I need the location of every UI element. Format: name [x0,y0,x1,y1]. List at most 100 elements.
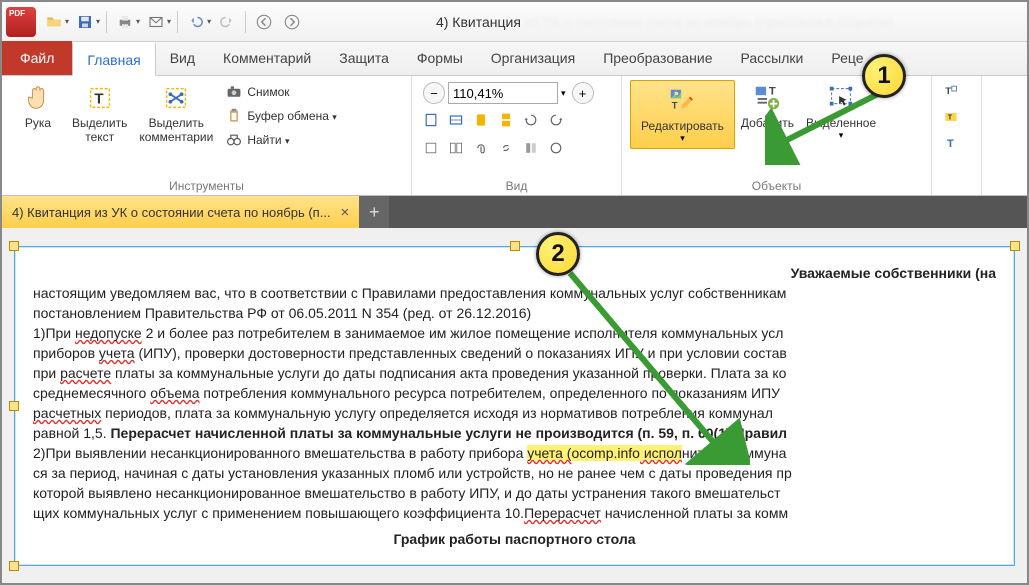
svg-text:T: T [948,112,953,121]
tab-mailings[interactable]: Рассылки [727,41,818,75]
view-btn-c[interactable] [520,137,542,159]
chevron-down-icon: ▾ [207,17,211,26]
doc-line: расчетных периодов, плата за коммунальну… [33,403,996,423]
tab-organize[interactable]: Организация [477,41,589,75]
quick-access-toolbar: ▾ ▾ ▾ ▾ ▾ 4) Квитанция из УК о состоянии… [2,2,1027,42]
page-selection-frame[interactable]: Уважаемые собственники (на настоящим уве… [14,246,1015,566]
attach-button[interactable] [470,137,492,159]
rotate-right-button[interactable] [545,109,567,131]
chevron-down-icon: ▾ [167,17,171,26]
document-tab-strip: 4) Квитанция из УК о состоянии счета по … [2,196,1027,228]
add-icon: T [751,82,783,114]
new-tab-button[interactable]: + [359,196,389,228]
selection-handle[interactable] [9,561,19,571]
zoom-out-button[interactable]: − [423,82,445,104]
edit-objects-button[interactable]: T Редактировать ▾ [630,80,735,149]
tab-file[interactable]: Файл [2,41,72,75]
chevron-down-icon[interactable]: ▾ [561,88,566,99]
document-area[interactable]: Уважаемые собственники (на настоящим уве… [2,228,1027,583]
tab-convert[interactable]: Преобразование [589,41,726,75]
selection-handle[interactable] [1010,241,1020,251]
zoom-input[interactable] [448,82,558,104]
tab-home[interactable]: Главная [72,42,155,76]
doc-line: 1)При недопуске 2 и более раз потребител… [33,323,996,343]
selection-handle[interactable] [9,241,19,251]
chevron-down-icon: ▾ [839,130,844,141]
app-icon [6,7,36,37]
view-btn-d[interactable] [545,137,567,159]
chevron-down-icon: ▾ [96,17,100,26]
doc-line: при расчете платы за коммунальные услуги… [33,363,996,383]
misc-button-b[interactable]: T [940,106,962,128]
svg-text:T: T [672,101,678,111]
chevron-down-icon: ▾ [332,112,337,122]
qat-prev-button[interactable] [252,10,276,34]
qat-print-button[interactable] [113,10,137,34]
comments-select-icon [160,82,192,114]
doc-line: настоящим уведомляем вас, что в соответс… [33,283,996,303]
chevron-down-icon: ▾ [765,130,770,141]
window-title: 4) Квитанция из УК о состоянии счета по … [306,14,1023,30]
layout-single-button[interactable] [470,109,492,131]
tab-protect[interactable]: Защита [325,41,403,75]
snapshot-button[interactable]: Снимок [225,81,336,103]
group-label: Инструменты [10,177,403,193]
hand-tool-button[interactable]: Рука [10,80,66,132]
misc-button-c[interactable]: T [940,132,962,154]
selection-handle[interactable] [9,401,19,411]
link-button[interactable] [495,137,517,159]
clipboard-button[interactable]: Буфер обмена ▾ [225,105,336,127]
chevron-down-icon: ▾ [136,17,140,26]
doc-line: приборов учета (ИПУ), проверки достоверн… [33,343,996,363]
doc-subheading: График работы паспортного стола [33,529,996,549]
svg-text:T: T [769,85,776,97]
group-right-partial: T T T [932,76,982,195]
qat-open-button[interactable] [42,10,66,34]
page-text[interactable]: Уважаемые собственники (на настоящим уве… [33,263,996,555]
callout-badge-1: 1 [862,54,906,98]
doc-line: которой выявлено несанкционированное вме… [33,483,996,503]
doc-line: 2)При выявлении несанкционированного вме… [33,443,996,463]
svg-text:T: T [947,138,954,150]
doc-heading: Уважаемые собственники (на [33,263,996,283]
qat-redo-button[interactable] [215,10,239,34]
group-view: − ▾ + Вид [412,76,622,195]
qat-mail-button[interactable] [144,10,168,34]
clipboard-icon [225,107,243,125]
misc-button-a[interactable]: T [940,80,962,102]
doc-line: среднемесячного объема потребления комму… [33,383,996,403]
tab-forms[interactable]: Формы [403,41,477,75]
group-label: Объекты [630,177,923,193]
fit-page-button[interactable] [420,109,442,131]
qat-save-button[interactable] [73,10,97,34]
hand-icon [22,82,54,114]
view-btn-b[interactable] [445,137,467,159]
document-tab[interactable]: 4) Квитанция из УК о состоянии счета по … [2,196,359,228]
doc-line: щих коммунальных услуг с применением пов… [33,503,996,523]
text-select-icon: T [84,82,116,114]
fit-width-button[interactable] [445,109,467,131]
group-tools: Рука T Выделить текст Выделить комментар… [2,76,412,195]
chevron-down-icon: ▾ [65,17,69,26]
close-tab-button[interactable]: × [341,204,350,221]
select-comments-button[interactable]: Выделить комментарии [133,80,219,146]
layout-continuous-button[interactable] [495,109,517,131]
rotate-left-button[interactable] [520,109,542,131]
selection-icon [825,82,857,114]
zoom-in-button[interactable]: + [572,82,594,104]
camera-icon [225,83,243,101]
view-btn-a[interactable] [420,137,442,159]
find-button[interactable]: Найти ▾ [225,129,336,151]
svg-text:T: T [945,86,951,97]
add-object-button[interactable]: T Добавить ▾ [735,80,800,143]
selection-handle[interactable] [510,241,520,251]
qat-next-button[interactable] [280,10,304,34]
tab-view[interactable]: Вид [156,41,209,75]
doc-line: равной 1,5. Перерасчет начисленной платы… [33,423,996,443]
chevron-down-icon: ▾ [285,136,290,146]
qat-undo-button[interactable] [184,10,208,34]
tab-comment[interactable]: Комментарий [209,41,325,75]
edit-icon: T [666,85,698,117]
document-tab-title: 4) Квитанция из УК о состоянии счета по … [12,205,331,220]
select-text-button[interactable]: T Выделить текст [66,80,133,146]
